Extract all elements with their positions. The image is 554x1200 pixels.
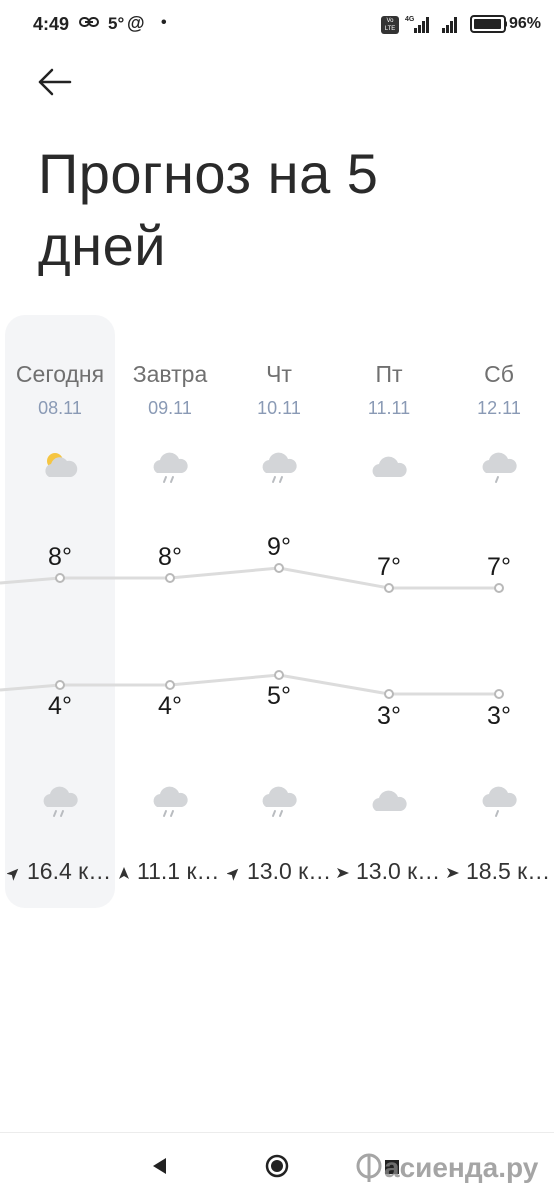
day-name: Сб — [484, 361, 514, 387]
low-temp: 4° — [48, 692, 72, 720]
low-temp-point — [494, 689, 504, 699]
signal-icon — [442, 17, 457, 33]
wind-speed-value: 13.0 к… — [247, 858, 332, 884]
wind-speed-value: 18.5 к… — [466, 858, 551, 884]
wind-speed: 11.1 к… — [117, 858, 225, 888]
status-bar: 4:49 5° @ • Vo LTE 4G 96% — [0, 0, 554, 50]
wind-speed: 13.0 к… — [227, 858, 335, 888]
high-temp-point — [384, 583, 394, 593]
day-name: Завтра — [132, 361, 208, 387]
nav-back-icon[interactable] — [149, 1155, 171, 1177]
nav-home-icon[interactable] — [264, 1153, 290, 1179]
network-label: 4G — [405, 16, 415, 23]
rain-icon — [262, 452, 297, 483]
link-icon — [79, 17, 99, 27]
battery-percent: 96% — [509, 15, 542, 32]
cloud-icon — [372, 456, 407, 477]
low-temp: 3° — [487, 702, 511, 730]
wind-speed: 16.4 к… — [7, 858, 115, 888]
nav-divider — [0, 1132, 554, 1133]
low-temp: 4° — [158, 692, 182, 720]
watermark: асиенда.ру — [356, 1146, 538, 1190]
status-at-icon: @ — [127, 13, 145, 33]
status-time: 4:49 — [33, 14, 70, 34]
high-temp: 7° — [487, 553, 511, 581]
rain-icon — [153, 786, 188, 817]
wind-speed-value: 13.0 к… — [356, 858, 441, 884]
high-temp-point — [165, 573, 175, 583]
wind-speed-value: 16.4 к… — [27, 858, 112, 884]
wind-direction-arrow-icon — [227, 868, 239, 881]
wind-speed: 18.5 к… — [446, 858, 554, 888]
day-date: 11.11 — [367, 398, 411, 418]
wind-direction-arrow-icon — [119, 866, 129, 879]
low-temp-point — [165, 680, 175, 690]
high-temp-point — [274, 563, 284, 573]
watermark-text: асиенда.ру — [384, 1152, 539, 1183]
battery-icon — [470, 15, 506, 33]
volte-icon: Vo LTE — [381, 16, 399, 34]
high-temp: 9° — [267, 533, 291, 561]
signal-4g-icon: 4G — [405, 16, 429, 33]
wind-direction-arrow-icon — [447, 867, 459, 878]
low-temp-point — [384, 689, 394, 699]
high-temp: 8° — [48, 543, 72, 571]
rain-icon — [43, 786, 78, 817]
low-temp: 5° — [267, 682, 291, 710]
watermark-logo-icon — [356, 1153, 382, 1182]
back-button[interactable] — [32, 62, 76, 102]
wind-direction-arrow-icon — [337, 867, 349, 878]
rain-icon — [153, 452, 188, 483]
day-name: Пт — [375, 361, 403, 387]
wind-speed-value: 11.1 к… — [137, 858, 220, 884]
day-name: Сегодня — [15, 361, 105, 387]
page-title: Прогноз на 5 дней — [38, 142, 379, 277]
wind-speed: 13.0 к… — [336, 858, 444, 888]
rain-icon — [482, 452, 517, 483]
low-temp-point — [274, 670, 284, 680]
arrow-left-icon — [38, 68, 72, 96]
day-date: 09.11 — [148, 398, 192, 418]
high-temp: 8° — [158, 543, 182, 571]
day-date: 10.11 — [257, 398, 301, 418]
rain-icon — [262, 786, 297, 817]
partly-cloudy-icon — [45, 453, 78, 477]
day-name: Чт — [266, 361, 292, 387]
day-date: 12.11 — [477, 398, 521, 418]
day-date: 08.11 — [38, 398, 82, 418]
high-temp-point — [494, 583, 504, 593]
low-temp: 3° — [377, 702, 401, 730]
status-temperature: 5° — [108, 14, 125, 33]
high-temp: 7° — [377, 553, 401, 581]
rain-icon — [482, 786, 517, 817]
status-dot: • — [161, 14, 167, 31]
wind-direction-arrow-icon — [7, 868, 19, 881]
cloud-icon — [372, 790, 407, 811]
